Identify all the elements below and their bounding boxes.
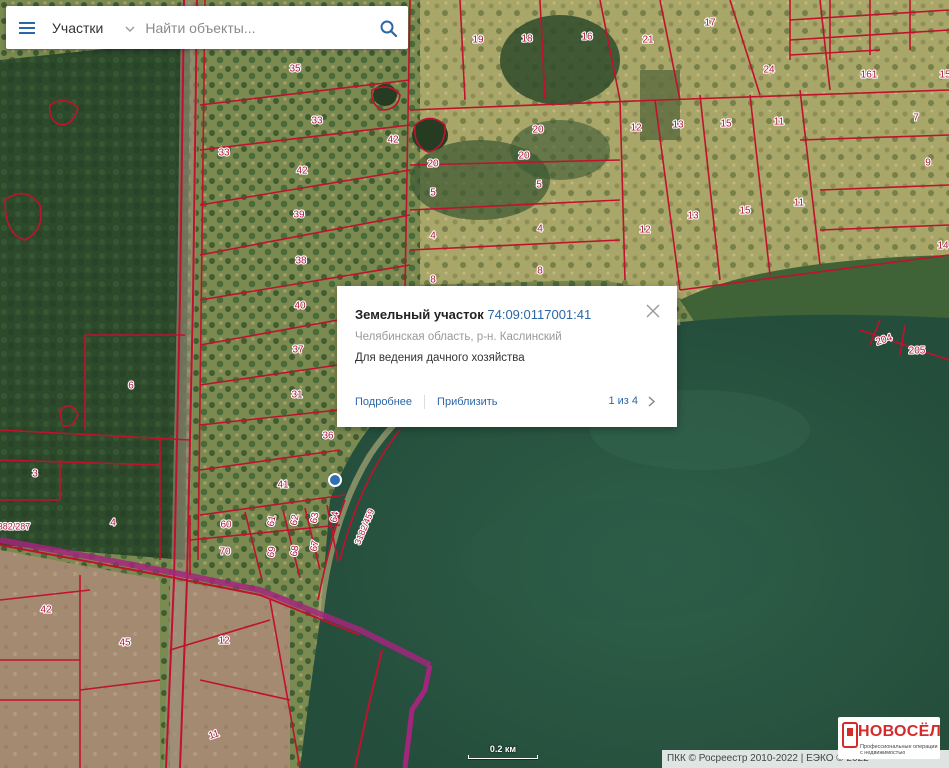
parcel-address: Челябинская область, р-н. Каслинский <box>355 331 562 343</box>
parcel-number-label[interactable]: 6 <box>127 380 135 393</box>
search-input[interactable] <box>143 18 348 37</box>
parcel-number-label[interactable]: 33 <box>217 147 231 160</box>
chevron-right-icon <box>648 395 655 407</box>
parcel-number-label[interactable]: 38 <box>294 255 308 268</box>
parcel-number-label[interactable]: 15 <box>719 118 733 131</box>
close-icon <box>646 304 660 318</box>
parcel-number-label[interactable]: 5 <box>429 187 437 200</box>
parcel-number-label[interactable]: 39 <box>292 209 306 222</box>
parcel-number-label[interactable]: 9 <box>924 157 932 170</box>
search-bar: Участки <box>6 6 408 49</box>
result-pager[interactable]: 1 из 4 <box>608 395 655 407</box>
parcel-number-label[interactable]: 13 <box>671 119 685 132</box>
parcel-number-label[interactable]: 4 <box>109 517 117 530</box>
parcel-number-label[interactable]: 42 <box>39 604 53 617</box>
parcel-number-label[interactable]: 13 <box>686 210 700 223</box>
parcel-number-label[interactable]: 12 <box>217 635 231 648</box>
pager-label: 1 из 4 <box>608 395 638 407</box>
scale-line <box>468 755 538 759</box>
parcel-number-label[interactable]: 11 <box>773 116 786 129</box>
popup-title-label: Земельный участок <box>355 307 484 322</box>
popup-title: Земельный участок 74:09:0117001:41 <box>355 307 591 322</box>
parcel-number-label[interactable]: 5 <box>535 179 543 192</box>
parcel-number-label[interactable]: 14 <box>936 240 949 253</box>
parcel-number-label[interactable]: 161 <box>860 69 879 82</box>
parcel-purpose: Для ведения дачного хозяйства <box>355 352 525 364</box>
parcel-number-label[interactable]: 35 <box>288 63 302 76</box>
parcel-number-label[interactable]: 42 <box>386 134 400 147</box>
more-details-link[interactable]: Подробнее <box>355 396 412 408</box>
parcel-number-label[interactable]: 31 <box>290 389 304 402</box>
parcel-number-label[interactable]: 4 <box>536 223 544 236</box>
logo-subtitle: Профессиональные операции с недвижимость… <box>860 744 938 756</box>
chevron-down-icon <box>125 26 135 32</box>
zoom-to-link[interactable]: Приблизить <box>437 396 498 408</box>
logo-text: НОВОСЁЛ <box>858 723 942 740</box>
parcel-number-label[interactable]: 18 <box>520 33 534 46</box>
parcel-number-label[interactable]: 41 <box>276 479 290 492</box>
parcel-number-label[interactable]: 11 <box>793 197 806 210</box>
popup-actions: Подробнее Приблизить <box>355 395 498 409</box>
logo-mark-icon <box>842 722 858 748</box>
parcel-number-label[interactable]: 21 <box>641 34 655 47</box>
cadastral-number-link[interactable]: 74:09:0117001:41 <box>487 307 591 322</box>
parcel-number-label[interactable]: 4 <box>429 230 437 243</box>
search-icon <box>380 20 397 37</box>
parcel-number-label[interactable]: 20 <box>426 158 440 171</box>
parcel-number-label[interactable]: 8 <box>429 274 437 287</box>
parcel-number-label[interactable]: 16 <box>580 31 594 44</box>
scale-bar: 0.2 км <box>468 744 538 759</box>
parcel-number-label[interactable]: 42 <box>295 165 309 178</box>
parcel-number-label[interactable]: 45 <box>118 637 132 650</box>
search-button[interactable] <box>376 16 400 40</box>
divider <box>424 395 426 409</box>
parcel-number-label[interactable]: 205 <box>908 345 927 358</box>
parcel-number-label[interactable]: 40 <box>293 300 307 313</box>
parcel-number-label[interactable]: 382/287 <box>0 520 31 532</box>
novosel-logo: НОВОСЁЛ Профессиональные операции с недв… <box>838 717 942 759</box>
parcel-number-label[interactable]: 12 <box>629 122 643 135</box>
close-button[interactable] <box>645 303 661 319</box>
location-dot-icon[interactable] <box>328 473 342 487</box>
parcel-number-label[interactable]: 19 <box>471 34 485 47</box>
parcel-number-label[interactable]: 20 <box>517 150 531 163</box>
hamburger-icon <box>19 21 35 34</box>
parcel-number-label[interactable]: 33 <box>310 115 324 128</box>
parcel-number-label[interactable]: 3 <box>31 468 39 481</box>
parcel-number-label[interactable]: 15 <box>938 69 949 82</box>
parcel-number-label[interactable]: 17 <box>703 17 717 30</box>
parcel-number-label[interactable]: 24 <box>762 64 776 77</box>
parcel-number-label[interactable]: 60 <box>219 519 233 532</box>
layer-select-label: Участки <box>52 19 104 36</box>
parcel-number-label[interactable]: 20 <box>531 124 545 137</box>
parcel-number-label[interactable]: 37 <box>291 344 305 357</box>
menu-button[interactable] <box>6 6 48 49</box>
scale-label: 0.2 км <box>489 744 517 754</box>
parcel-info-popup: Земельный участок 74:09:0117001:41 Челяб… <box>337 286 677 427</box>
layer-select[interactable]: Участки <box>48 6 135 49</box>
parcel-number-label[interactable]: 7 <box>912 112 920 125</box>
parcel-number-label[interactable]: 8 <box>536 265 544 278</box>
parcel-number-label[interactable]: 15 <box>738 205 752 218</box>
parcel-number-label[interactable]: 12 <box>638 224 652 237</box>
parcel-number-label[interactable]: 70 <box>218 546 232 559</box>
parcel-number-label[interactable]: 36 <box>321 430 335 443</box>
